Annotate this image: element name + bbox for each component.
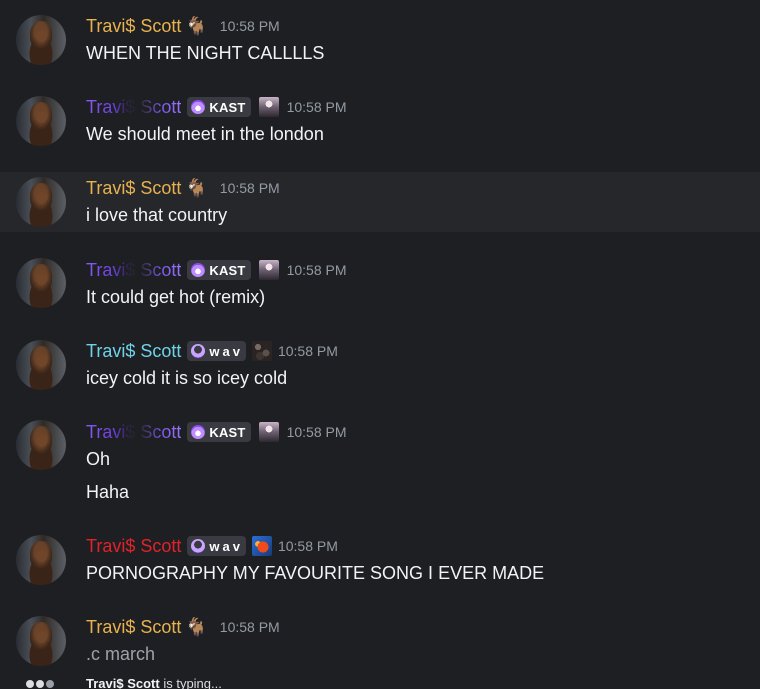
- message-header: Travi$ Scott KAST 10:58 PM: [86, 95, 347, 119]
- moon-icon: [191, 344, 206, 358]
- message-text: Haha: [86, 482, 130, 502]
- message-header: Travi$ Scott 🐐 10:58 PM: [86, 176, 280, 200]
- message-header: Travi$ Scott 🐐 10:58 PM: [86, 615, 280, 639]
- message-text: i love that country: [86, 205, 228, 225]
- username[interactable]: Travi$ Scott: [86, 259, 181, 281]
- timestamp: 10:58 PM: [286, 262, 347, 278]
- timestamp: 10:58 PM: [286, 424, 347, 440]
- message-feed: Travi$ Scott 🐐 10:58 PM WHEN THE NIGHT C…: [0, 0, 760, 689]
- username[interactable]: Travi$ Scott: [86, 96, 181, 118]
- typing-user: Travi$ Scott: [86, 676, 160, 689]
- typing-indicator: Travi$ Scott is typing...: [86, 676, 222, 689]
- guild-tag[interactable]: wav: [187, 341, 246, 361]
- avatar[interactable]: [16, 340, 66, 390]
- message-text: PORNOGRAPHY MY FAVOURITE SONG I EVER MAD…: [86, 563, 545, 583]
- message-item[interactable]: Travi$ Scott wav 10:58 PM icey cold it i…: [0, 338, 760, 398]
- role-icon: [251, 341, 272, 361]
- role-icon: [251, 536, 272, 556]
- guild-tag-label: KAST: [209, 99, 246, 115]
- message-header: Travi$ Scott wav 10:58 PM: [86, 534, 338, 558]
- message-item[interactable]: Travi$ Scott 🐐 10:58 PM WHEN THE NIGHT C…: [0, 12, 760, 78]
- timestamp: 10:58 PM: [219, 18, 280, 34]
- avatar[interactable]: [16, 258, 66, 308]
- guild-tag-label: wav: [209, 343, 243, 359]
- username[interactable]: Travi$ Scott: [86, 340, 181, 362]
- role-icon: [258, 260, 279, 280]
- username[interactable]: Travi$ Scott: [86, 535, 181, 557]
- message-header: Travi$ Scott 🐐 10:58 PM: [86, 14, 280, 38]
- typing-suffix: is typing...: [163, 676, 222, 689]
- avatar[interactable]: [16, 535, 66, 585]
- message-item[interactable]: Travi$ Scott KAST 10:58 PM Oh Haha: [0, 420, 760, 510]
- message-header: Travi$ Scott KAST 10:58 PM: [86, 420, 347, 444]
- avatar[interactable]: [16, 616, 66, 666]
- message-header: Travi$ Scott KAST 10:58 PM: [86, 258, 347, 282]
- message-item[interactable]: Travi$ Scott 🐐 10:58 PM .c march: [0, 614, 760, 674]
- message-text: icey cold it is so icey cold: [86, 368, 288, 388]
- flame-icon: [191, 100, 206, 114]
- guild-tag-label: wav: [209, 538, 243, 554]
- moon-icon: [191, 539, 206, 553]
- timestamp: 10:58 PM: [277, 343, 338, 359]
- avatar[interactable]: [16, 420, 66, 470]
- goat-icon: 🐐: [185, 178, 208, 198]
- guild-tag[interactable]: wav: [187, 536, 246, 556]
- role-icon: [258, 422, 279, 442]
- message-header: Travi$ Scott wav 10:58 PM: [86, 339, 338, 363]
- timestamp: 10:58 PM: [219, 619, 280, 635]
- guild-tag-label: KAST: [209, 262, 246, 278]
- timestamp: 10:58 PM: [286, 99, 347, 115]
- message-text: We should meet in the london: [86, 124, 324, 144]
- avatar[interactable]: [16, 15, 66, 65]
- role-icon: [258, 97, 279, 117]
- goat-icon: 🐐: [185, 617, 208, 637]
- guild-tag-label: KAST: [209, 424, 246, 440]
- message-item[interactable]: Travi$ Scott KAST 10:58 PM It could get …: [0, 256, 760, 316]
- message-item-hovered[interactable]: Travi$ Scott 🐐 10:58 PM i love that coun…: [0, 172, 760, 232]
- avatar[interactable]: [16, 177, 66, 227]
- guild-tag[interactable]: KAST: [187, 260, 251, 280]
- flame-icon: [191, 263, 206, 277]
- message-item[interactable]: Travi$ Scott wav 10:58 PM PORNOGRAPHY MY…: [0, 533, 760, 593]
- avatar[interactable]: [16, 96, 66, 146]
- typing-dots-icon: [26, 677, 56, 689]
- username[interactable]: Travi$ Scott: [86, 177, 181, 199]
- username[interactable]: Travi$ Scott: [86, 616, 181, 638]
- username[interactable]: Travi$ Scott: [86, 15, 181, 37]
- flame-icon: [191, 425, 206, 439]
- message-item[interactable]: Travi$ Scott KAST 10:58 PM We should mee…: [0, 94, 760, 160]
- timestamp: 10:58 PM: [277, 538, 338, 554]
- message-text-pending: .c march: [86, 644, 156, 664]
- message-text: Oh: [86, 449, 111, 469]
- guild-tag[interactable]: KAST: [187, 97, 251, 117]
- username[interactable]: Travi$ Scott: [86, 421, 181, 443]
- timestamp: 10:58 PM: [219, 180, 280, 196]
- goat-icon: 🐐: [185, 16, 208, 36]
- guild-tag[interactable]: KAST: [187, 422, 251, 442]
- message-text: WHEN THE NIGHT CALLLLS: [86, 43, 325, 63]
- message-text: It could get hot (remix): [86, 287, 266, 307]
